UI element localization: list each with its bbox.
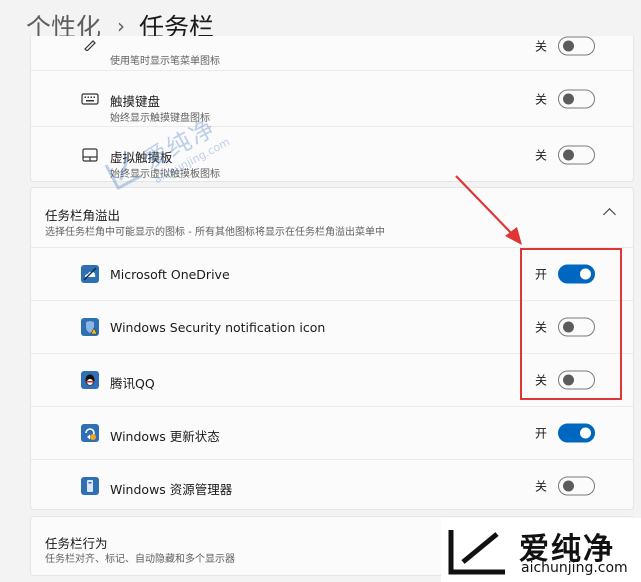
- toggle-state-label: 关: [535, 320, 548, 335]
- corner-overflow-card: 任务栏角溢出 选择任务栏角中可能显示的图标 - 所有其他图标将显示在任务栏角溢出…: [30, 187, 634, 510]
- list-item-onedrive: Microsoft OneDrive 开: [31, 247, 633, 300]
- pen-icon: [81, 35, 99, 53]
- toggle-state-label: 关: [535, 373, 548, 388]
- toggle-knob: [563, 93, 574, 104]
- row-title: 触摸键盘: [110, 94, 161, 109]
- taskbar-behaviors-card[interactable]: 任务栏行为 任务栏对齐、标记、自动隐藏和多个显示器: [30, 516, 634, 576]
- row-title: Windows Security notification icon: [110, 320, 326, 335]
- qq-toggle[interactable]: [558, 370, 595, 390]
- touchpad-icon: [81, 146, 99, 164]
- corner-overflow-header[interactable]: 任务栏角溢出 选择任务栏角中可能显示的图标 - 所有其他图标将显示在任务栏角溢出…: [31, 188, 633, 247]
- toggle-knob: [580, 427, 591, 439]
- row-subtitle: 使用笔时显示笔菜单图标: [110, 56, 220, 67]
- toggle-knob: [563, 40, 574, 52]
- row-title: Windows 资源管理器: [110, 482, 233, 497]
- list-item-qq: 腾讯QQ 关: [31, 353, 633, 406]
- toggle-state-label: 开: [535, 426, 548, 441]
- list-item-windows-update: Windows 更新状态 开: [31, 406, 633, 459]
- explorer-icon: [81, 476, 99, 495]
- onedrive-icon: [81, 265, 99, 283]
- toggle-knob: [580, 268, 591, 280]
- row-title: 腾讯QQ: [110, 376, 155, 391]
- windows-update-icon: [81, 424, 99, 442]
- qq-icon: [81, 371, 99, 389]
- section-title: 任务栏角溢出: [45, 208, 121, 223]
- section-subtitle: 选择任务栏角中可能显示的图标 - 所有其他图标将显示在任务栏角溢出菜单中: [45, 227, 385, 238]
- file-explorer-toggle[interactable]: [558, 476, 595, 495]
- breadcrumb-chevron-icon: ›: [117, 14, 126, 38]
- chevron-up-icon[interactable]: [603, 208, 616, 221]
- touch-keyboard-toggle[interactable]: [558, 89, 595, 108]
- toggle-state-label: 关: [535, 148, 548, 162]
- pen-menu-toggle[interactable]: [558, 36, 595, 56]
- toggle-knob: [563, 480, 574, 491]
- toggle-state-label: 关: [535, 39, 548, 54]
- keyboard-icon: [81, 90, 99, 108]
- row-title: Microsoft OneDrive: [110, 267, 230, 282]
- list-item-windows-security: Windows Security notification icon 关: [31, 300, 633, 353]
- toggle-state-label: 开: [535, 267, 548, 282]
- toggle-state-label: 关: [535, 479, 548, 493]
- toggle-knob: [563, 149, 574, 160]
- row-title: 虚拟触摸板: [110, 150, 173, 165]
- row-subtitle: 始终显示虚拟触摸板图标: [110, 169, 220, 180]
- onedrive-toggle[interactable]: [558, 264, 595, 284]
- row-subtitle: 始终显示触摸键盘图标: [110, 113, 210, 124]
- row-title: Windows 更新状态: [110, 429, 220, 444]
- section-subtitle: 任务栏对齐、标记、自动隐藏和多个显示器: [45, 554, 235, 565]
- system-icons-card: 使用笔时显示笔菜单图标 关 触摸键盘 始终显示触摸键盘图标 关 虚拟触摸板 始终…: [30, 36, 634, 182]
- toggle-knob: [563, 374, 574, 386]
- list-item-file-explorer: Windows 资源管理器 关: [31, 459, 633, 511]
- list-item-touch-keyboard: 触摸键盘 始终显示触摸键盘图标 关: [31, 70, 633, 126]
- toggle-state-label: 关: [535, 92, 548, 106]
- windows-security-toggle[interactable]: [558, 317, 595, 337]
- virtual-touchpad-toggle[interactable]: [558, 145, 595, 164]
- list-item-virtual-touchpad: 虚拟触摸板 始终显示虚拟触摸板图标 关: [31, 126, 633, 182]
- security-warning-icon: [81, 318, 99, 336]
- toggle-knob: [563, 321, 574, 333]
- list-item-pen-menu: 使用笔时显示笔菜单图标 关: [31, 36, 633, 70]
- windows-update-toggle[interactable]: [558, 423, 595, 443]
